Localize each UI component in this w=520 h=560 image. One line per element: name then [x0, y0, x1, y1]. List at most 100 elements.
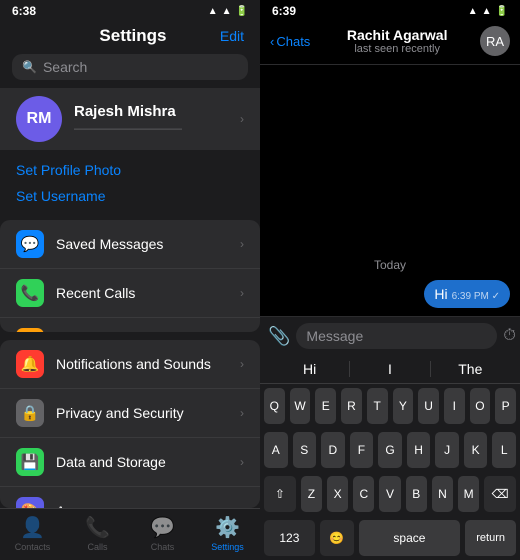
key-m[interactable]: M — [458, 476, 479, 512]
key-r[interactable]: R — [341, 388, 362, 424]
notifications-label: Notifications and Sounds — [56, 356, 240, 372]
profile-name: Rajesh Mishra — [74, 103, 240, 120]
search-bar[interactable]: 🔍 Search — [12, 54, 248, 80]
menu-group-2: 🔔 Notifications and Sounds › 🔒 Privacy a… — [0, 340, 260, 508]
key-v[interactable]: V — [379, 476, 400, 512]
key-d[interactable]: D — [321, 432, 345, 468]
key-u[interactable]: U — [418, 388, 439, 424]
predictive-word-3[interactable]: The — [431, 361, 510, 377]
menu-item-privacy[interactable]: 🔒 Privacy and Security › — [0, 389, 260, 438]
recent-calls-icon: 📞 — [16, 279, 44, 307]
left-panel: 6:38 ▲ ▲ 🔋 Settings Edit 🔍 Search RM Raj… — [0, 0, 260, 560]
contact-avatar[interactable]: RA — [480, 26, 510, 56]
key-g[interactable]: G — [378, 432, 402, 468]
key-a[interactable]: A — [264, 432, 288, 468]
privacy-label: Privacy and Security — [56, 405, 240, 421]
key-f[interactable]: F — [350, 432, 374, 468]
keyboard-row-1: Q W E R T Y U I O P — [260, 384, 520, 428]
profile-section[interactable]: RM Rajesh Mishra ————————— › — [0, 88, 260, 150]
chevron-icon: › — [240, 112, 244, 126]
key-y[interactable]: Y — [393, 388, 414, 424]
keyboard-container: Hi I The Q W E R T Y U I O P A S D F G H… — [260, 355, 520, 560]
data-label: Data and Storage — [56, 454, 240, 470]
attach-button[interactable]: 📎 — [268, 326, 290, 347]
recent-calls-label: Recent Calls — [56, 285, 240, 301]
key-z[interactable]: Z — [301, 476, 322, 512]
keyboard-bottom-row: 123 😊 space return — [260, 516, 520, 560]
date-separator: Today — [270, 258, 510, 272]
key-e[interactable]: E — [315, 388, 336, 424]
set-username-link[interactable]: Set Username — [0, 188, 260, 214]
settings-tab-icon: ⚙️ — [215, 515, 240, 540]
message-bubble: Hi 6:39 PM ✓ — [424, 280, 510, 308]
search-icon: 🔍 — [22, 60, 37, 74]
message-text: Hi — [434, 286, 447, 302]
menu-item-data[interactable]: 💾 Data and Storage › — [0, 438, 260, 487]
tab-chats[interactable]: 💬 Chats — [130, 515, 195, 552]
calls-tab-icon: 📞 — [85, 515, 110, 540]
key-i[interactable]: I — [444, 388, 465, 424]
message-time: 6:39 PM ✓ — [452, 291, 500, 302]
profile-sub: ————————— — [74, 121, 240, 135]
profile-info: Rajesh Mishra ————————— — [74, 103, 240, 135]
key-l[interactable]: L — [492, 432, 516, 468]
menu-item-appearance[interactable]: 🎨 Appearance › — [0, 487, 260, 508]
timer-icon[interactable]: ⏱ — [503, 327, 515, 345]
key-p[interactable]: P — [495, 388, 516, 424]
key-return[interactable]: return — [465, 520, 516, 556]
set-photo-link[interactable]: Set Profile Photo — [0, 152, 260, 188]
contact-avatar-initials: RA — [486, 34, 504, 49]
menu-item-devices[interactable]: 📱 Devices Scan QR › — [0, 318, 260, 332]
key-x[interactable]: X — [327, 476, 348, 512]
signal-icon: ▲ — [208, 6, 218, 17]
data-icon: 💾 — [16, 448, 44, 476]
key-c[interactable]: C — [353, 476, 374, 512]
back-chevron-icon: ‹ — [270, 34, 274, 49]
key-h[interactable]: H — [407, 432, 431, 468]
keyboard-row-2: A S D F G H J K L — [260, 428, 520, 472]
key-j[interactable]: J — [435, 432, 459, 468]
key-numbers[interactable]: 123 — [264, 520, 315, 556]
right-panel: 6:39 ▲ ▲ 🔋 ‹ Chats Rachit Agarwal last s… — [260, 0, 520, 560]
key-n[interactable]: N — [432, 476, 453, 512]
key-shift[interactable]: ⇧ — [264, 476, 296, 512]
contact-name: Rachit Agarwal — [347, 27, 448, 43]
chevron-icon: › — [240, 237, 244, 251]
battery-icon-right: 🔋 — [496, 6, 508, 17]
wifi-icon-right: ▲ — [482, 6, 492, 17]
key-o[interactable]: O — [470, 388, 491, 424]
key-b[interactable]: B — [406, 476, 427, 512]
edit-button[interactable]: Edit — [220, 28, 244, 44]
key-backspace[interactable]: ⌫ — [484, 476, 516, 512]
message-input[interactable] — [296, 323, 497, 349]
menu-group-1: 💬 Saved Messages › 📞 Recent Calls › 📱 De… — [0, 220, 260, 332]
notifications-icon: 🔔 — [16, 350, 44, 378]
predictive-word-1[interactable]: Hi — [270, 361, 349, 377]
right-status-bar: 6:39 ▲ ▲ 🔋 — [260, 0, 520, 22]
left-status-bar: 6:38 ▲ ▲ 🔋 — [0, 0, 260, 22]
key-emoji[interactable]: 😊 — [320, 520, 354, 556]
tab-calls[interactable]: 📞 Calls — [65, 515, 130, 552]
tab-contacts[interactable]: 👤 Contacts — [0, 515, 65, 552]
contacts-tab-icon: 👤 — [20, 515, 45, 540]
appearance-icon: 🎨 — [16, 497, 44, 508]
search-placeholder: Search — [43, 59, 87, 75]
key-k[interactable]: K — [464, 432, 488, 468]
avatar: RM — [16, 96, 62, 142]
key-q[interactable]: Q — [264, 388, 285, 424]
key-w[interactable]: W — [290, 388, 311, 424]
wifi-icon: ▲ — [222, 6, 232, 17]
predictive-word-2[interactable]: I — [349, 361, 430, 377]
chevron-icon: › — [240, 455, 244, 469]
keyboard-row-3: ⇧ Z X C V B N M ⌫ — [260, 472, 520, 516]
menu-item-saved-messages[interactable]: 💬 Saved Messages › — [0, 220, 260, 269]
menu-item-recent-calls[interactable]: 📞 Recent Calls › — [0, 269, 260, 318]
menu-item-notifications[interactable]: 🔔 Notifications and Sounds › — [0, 340, 260, 389]
key-space[interactable]: space — [359, 520, 461, 556]
key-t[interactable]: T — [367, 388, 388, 424]
right-status-icons: ▲ ▲ 🔋 — [468, 6, 508, 17]
back-button[interactable]: ‹ Chats — [270, 34, 310, 49]
tab-settings[interactable]: ⚙️ Settings — [195, 515, 260, 552]
chevron-icon: › — [240, 286, 244, 300]
key-s[interactable]: S — [293, 432, 317, 468]
